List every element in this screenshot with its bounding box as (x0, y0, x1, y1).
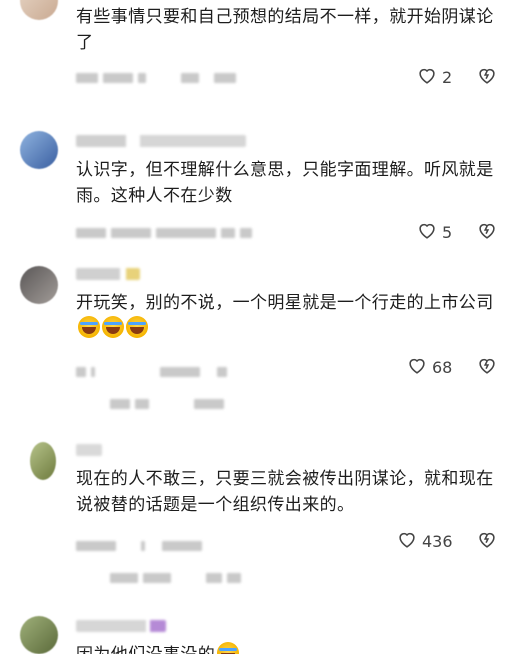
username[interactable] (76, 268, 140, 280)
like-button[interactable]: 436 (396, 528, 453, 554)
dislike-button[interactable] (476, 219, 498, 241)
laughing-emoji-icon (78, 316, 100, 338)
comment-item: 有些事情只要和自己预想的结局不一样，就开始阴谋论了 2 (0, 0, 520, 110)
like-button[interactable]: 5 (416, 219, 452, 245)
like-count: 436 (422, 531, 453, 551)
comment-text: 认识字，但不理解什么意思，只能字面理解。听风就是雨。这种人不在少数 (76, 160, 494, 206)
comment-meta-extra (110, 394, 229, 409)
heart-outline-icon (406, 354, 428, 380)
avatar[interactable] (20, 616, 58, 654)
avatar[interactable] (20, 0, 58, 20)
comment-text: 现在的人不敢三，只要三就会被传出阴谋论，就和现在说被替的话题是一个组织传出来的。 (76, 469, 494, 515)
laughing-emoji-icon (102, 316, 124, 338)
like-button[interactable]: 68 (406, 354, 452, 380)
comment-item: 认识字，但不理解什么意思，只能字面理解。听风就是雨。这种人不在少数 5 (0, 125, 520, 255)
heart-outline-icon (416, 64, 438, 90)
comment-feed: 有些事情只要和自己预想的结局不一样，就开始阴谋论了 2 认识字，但不理解什么意思… (0, 0, 520, 654)
comment-text: 开玩笑，别的不说，一个明星就是一个行走的上市公司 (76, 290, 496, 342)
username[interactable] (76, 444, 102, 456)
comment-meta (76, 68, 241, 83)
broken-heart-icon (476, 223, 498, 245)
comment-meta (76, 536, 207, 551)
like-button[interactable]: 2 (416, 64, 452, 90)
like-count: 5 (442, 222, 453, 242)
username[interactable] (76, 135, 246, 147)
broken-heart-icon (476, 358, 498, 380)
comment-meta (76, 362, 232, 377)
comment-item: 开玩笑，别的不说，一个明星就是一个行走的上市公司 68 (0, 262, 520, 432)
comment-meta (76, 223, 257, 238)
comment-text: 有些事情只要和自己预想的结局不一样，就开始阴谋论了 (76, 7, 494, 53)
dislike-button[interactable] (476, 64, 498, 86)
comment-text: 因为他们没事没的 (76, 642, 496, 654)
like-count: 68 (432, 357, 453, 377)
dislike-button[interactable] (476, 354, 498, 376)
broken-heart-icon (476, 68, 498, 90)
comment-text-body: 因为他们没事没的 (76, 645, 215, 654)
comment-text-body: 开玩笑，别的不说，一个明星就是一个行走的上市公司 (76, 293, 494, 313)
comment-item: 现在的人不敢三，只要三就会被传出阴谋论，就和现在说被替的话题是一个组织传出来的。… (0, 438, 520, 598)
avatar[interactable] (20, 131, 58, 169)
dislike-button[interactable] (476, 528, 498, 550)
avatar[interactable] (20, 266, 58, 304)
heart-outline-icon (416, 219, 438, 245)
comment-item: 因为他们没事没的 (0, 612, 520, 654)
avatar[interactable] (30, 442, 56, 480)
emoji-icon (217, 642, 240, 654)
laughing-emoji-icon (126, 316, 148, 338)
heart-outline-icon (396, 528, 418, 554)
username[interactable] (76, 620, 166, 632)
like-count: 2 (442, 67, 453, 87)
broken-heart-icon (476, 532, 498, 554)
comment-meta-extra (110, 568, 246, 583)
